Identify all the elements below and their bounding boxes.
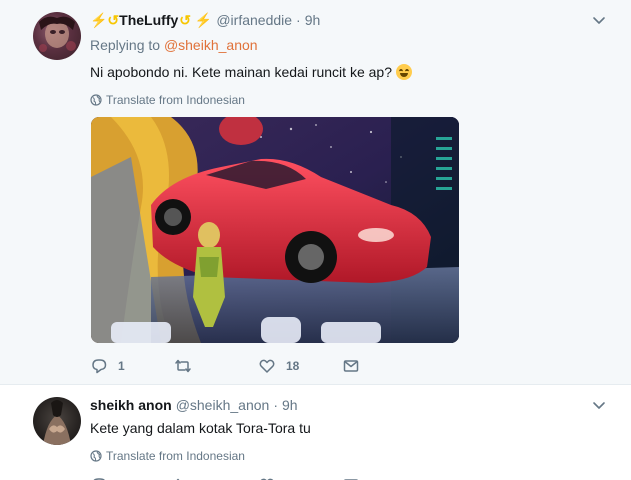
chevron-down-icon[interactable]	[591, 397, 607, 413]
timestamp[interactable]: 9h	[305, 12, 321, 28]
tweet-text: Kete yang dalam kotak Tora-Tora tu	[90, 420, 311, 436]
separator-dot: ·	[273, 397, 278, 413]
dm-icon	[343, 360, 359, 372]
translate-link[interactable]: Translate from Indonesian	[90, 93, 611, 107]
like-button[interactable]: 18	[258, 357, 342, 375]
reply-icon	[93, 478, 105, 480]
name-suffix-emoji: ↺ ⚡	[179, 11, 213, 28]
name-prefix-emoji: ⚡↺	[90, 11, 120, 28]
user-handle[interactable]: @sheikh_anon	[176, 397, 270, 413]
globe-icon	[90, 450, 102, 462]
chevron-down-icon[interactable]	[591, 12, 607, 28]
avatar[interactable]	[33, 397, 81, 445]
avatar-image	[39, 16, 76, 52]
reply-button[interactable]: 1	[90, 357, 174, 375]
laughing-tears-emoji-icon	[395, 64, 412, 80]
tweet-header: sheikh anon @sheikh_anon · 9h	[90, 395, 611, 415]
tweet-text-body: Ni apobondo ni. Kete mainan kedai runcit…	[90, 64, 392, 80]
avatar-image	[43, 400, 71, 445]
translate-label: Translate from Indonesian	[106, 93, 245, 107]
replying-to-line: Replying to @sheikh_anon	[90, 37, 611, 53]
tweet-irfaneddie[interactable]: ⚡↺ TheLuffy ↺ ⚡ @irfaneddie · 9h Replyin…	[0, 0, 631, 384]
translate-label: Translate from Indonesian	[106, 449, 245, 463]
dm-icon	[344, 479, 358, 480]
globe-icon	[90, 94, 102, 106]
like-icon	[260, 478, 274, 480]
retweet-icon	[176, 478, 180, 480]
avatar[interactable]	[33, 12, 81, 60]
direct-message-button[interactable]	[342, 476, 426, 480]
retweet-button[interactable]	[174, 357, 258, 375]
like-button[interactable]	[258, 476, 342, 480]
timestamp[interactable]: 9h	[282, 397, 298, 413]
replying-label: Replying to	[90, 37, 161, 53]
tweet-actions: 1 18	[90, 356, 426, 376]
tweet-sheikh-anon[interactable]: sheikh anon @sheikh_anon · 9h Kete yang …	[0, 384, 631, 480]
reply-icon	[92, 359, 107, 374]
display-name[interactable]: TheLuffy	[119, 12, 178, 28]
tweet-actions	[90, 475, 426, 480]
like-icon	[259, 359, 275, 373]
tweet-media-image[interactable]	[91, 117, 459, 343]
retweet-button[interactable]	[174, 476, 258, 480]
display-name[interactable]: sheikh anon	[90, 397, 172, 413]
direct-message-button[interactable]	[342, 357, 426, 375]
retweet-icon	[175, 359, 191, 373]
tweet-header: ⚡↺ TheLuffy ↺ ⚡ @irfaneddie · 9h	[90, 10, 611, 30]
red-car-image	[91, 117, 459, 343]
replying-mention-link[interactable]: @sheikh_anon	[164, 37, 258, 53]
reply-button[interactable]	[90, 476, 174, 480]
user-handle[interactable]: @irfaneddie	[216, 12, 292, 28]
like-count: 18	[286, 359, 300, 373]
reply-count: 1	[118, 359, 125, 373]
translate-link[interactable]: Translate from Indonesian	[90, 449, 611, 463]
separator-dot: ·	[296, 12, 301, 28]
tweet-text: Ni apobondo ni. Kete mainan kedai runcit…	[90, 63, 611, 82]
